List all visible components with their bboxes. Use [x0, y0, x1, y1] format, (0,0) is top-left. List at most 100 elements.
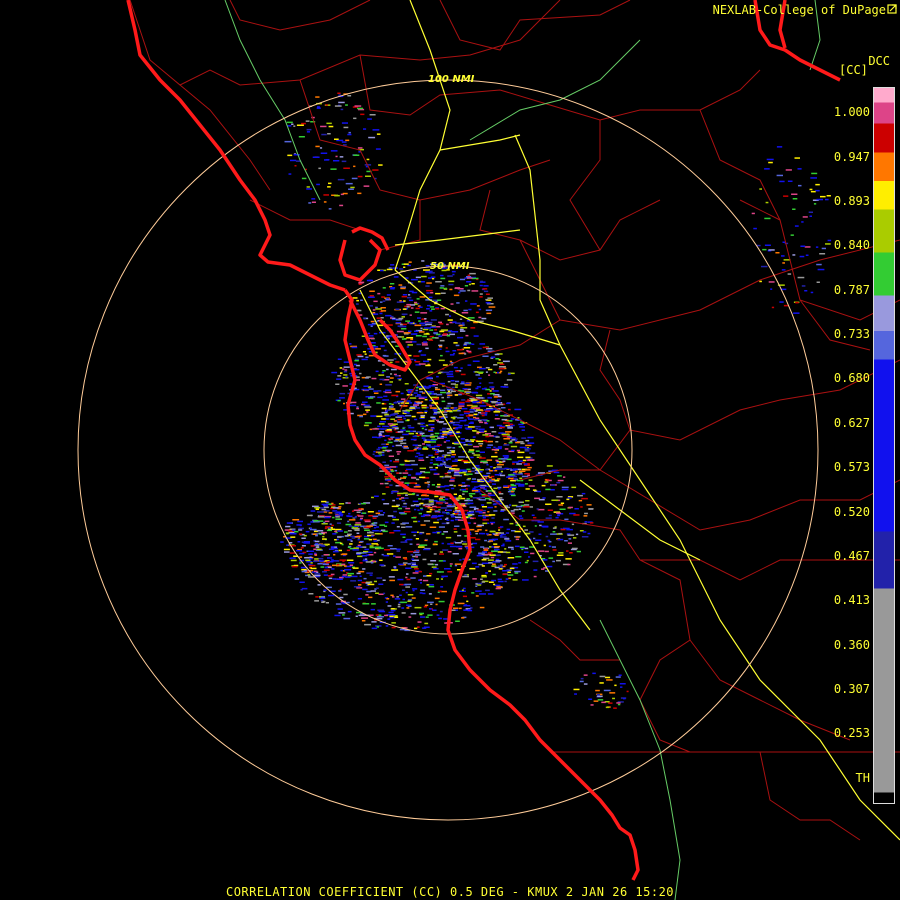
echo-pixel — [379, 431, 385, 433]
echo-pixel — [428, 430, 434, 432]
echo-pixel — [422, 558, 427, 561]
echo-pixel — [307, 574, 310, 576]
echo-pixel — [317, 563, 323, 565]
echo-pixel — [343, 370, 348, 373]
echo-pixel — [475, 417, 480, 419]
echo-pixel — [319, 560, 324, 562]
echo-pixel — [515, 538, 520, 541]
colorbar — [873, 87, 895, 804]
echo-pixel — [458, 425, 463, 427]
echo-pixel — [439, 429, 447, 431]
echo-pixel — [385, 625, 389, 627]
echo-pixel — [299, 581, 305, 583]
echo-pixel — [299, 556, 303, 558]
echo-pixel — [323, 516, 331, 519]
echo-pixel — [342, 574, 348, 576]
echo-pixel — [363, 519, 371, 521]
echo-pixel — [365, 396, 371, 398]
echo-pixel — [493, 583, 496, 586]
echo-pixel — [439, 610, 443, 613]
echo-pixel — [315, 508, 319, 510]
echo-pixel — [396, 550, 400, 552]
echo-pixel — [398, 317, 404, 320]
echo-pixel — [467, 398, 470, 401]
echo-pixel — [491, 483, 496, 485]
echo-pixel — [496, 461, 500, 464]
echo-pixel — [402, 472, 409, 474]
echo-pixel — [347, 133, 352, 136]
echo-pixel — [400, 442, 407, 445]
echo-pixel — [368, 596, 373, 599]
echo-pixel — [436, 614, 440, 616]
echo-pixel — [601, 701, 606, 704]
echo-pixel — [422, 592, 426, 595]
echo-pixel — [502, 422, 510, 424]
echo-pixel — [382, 461, 386, 463]
echo-pixel — [314, 573, 321, 575]
echo-pixel — [438, 321, 442, 324]
echo-pixel — [425, 424, 429, 427]
echo-pixel — [338, 549, 342, 552]
echo-pixel — [298, 533, 303, 535]
echo-pixel — [415, 432, 418, 435]
echo-pixel — [461, 460, 469, 462]
echo-pixel — [475, 428, 479, 430]
echo-pixel — [493, 487, 498, 490]
echo-pixel — [768, 281, 775, 283]
echo-pixel — [449, 360, 453, 363]
echo-pixel — [337, 530, 343, 532]
echo-pixel — [453, 607, 459, 609]
echo-pixel — [320, 125, 327, 128]
echo-pixel — [401, 295, 408, 298]
echo-pixel — [429, 310, 433, 312]
echo-pixel — [374, 495, 379, 497]
echo-pixel — [443, 407, 448, 409]
echo-pixel — [483, 549, 489, 551]
echo-pixel — [495, 436, 500, 438]
echo-pixel — [390, 609, 396, 612]
echo-pixel — [458, 472, 466, 474]
echo-pixel — [403, 300, 406, 302]
echo-pixel — [395, 322, 401, 324]
echo-pixel — [492, 573, 496, 576]
echo-pixel — [353, 547, 359, 549]
echo-pixel — [498, 493, 504, 495]
echo-pixel — [517, 417, 520, 419]
echo-pixel — [387, 450, 390, 453]
echo-pixel — [471, 392, 479, 394]
echo-pixel — [494, 353, 500, 356]
echo-pixel — [365, 594, 369, 596]
echo-pixel — [494, 469, 498, 472]
echo-pixel — [514, 572, 519, 574]
echo-pixel — [556, 554, 564, 556]
echo-pixel — [357, 175, 363, 178]
echo-pixel — [321, 508, 327, 511]
echo-pixel — [414, 504, 421, 506]
echo-pixel — [436, 502, 444, 504]
echo-pixel — [395, 375, 399, 377]
echo-pixel — [434, 495, 439, 498]
echo-pixel — [449, 565, 452, 567]
echo-pixel — [315, 596, 319, 598]
echo-pixel — [447, 380, 451, 383]
echo-pixel — [477, 524, 484, 527]
echo-pixel — [459, 328, 464, 331]
echo-pixel — [614, 684, 617, 687]
echo-pixel — [394, 616, 399, 618]
echo-pixel — [465, 428, 473, 430]
echo-pixel — [468, 283, 471, 286]
echo-pixel — [326, 529, 332, 532]
echo-pixel — [396, 330, 404, 333]
echo-pixel — [351, 537, 356, 539]
echo-pixel — [363, 389, 369, 391]
echo-pixel — [461, 441, 466, 444]
echo-pixel — [541, 568, 545, 570]
echo-pixel — [416, 412, 424, 414]
echo-pixel — [511, 548, 514, 550]
echo-pixel — [355, 615, 358, 617]
echo-pixel — [524, 448, 531, 450]
echo-pixel — [520, 442, 525, 445]
echo-pixel — [333, 160, 340, 162]
echo-pixel — [782, 262, 785, 264]
echo-pixel — [469, 528, 475, 531]
